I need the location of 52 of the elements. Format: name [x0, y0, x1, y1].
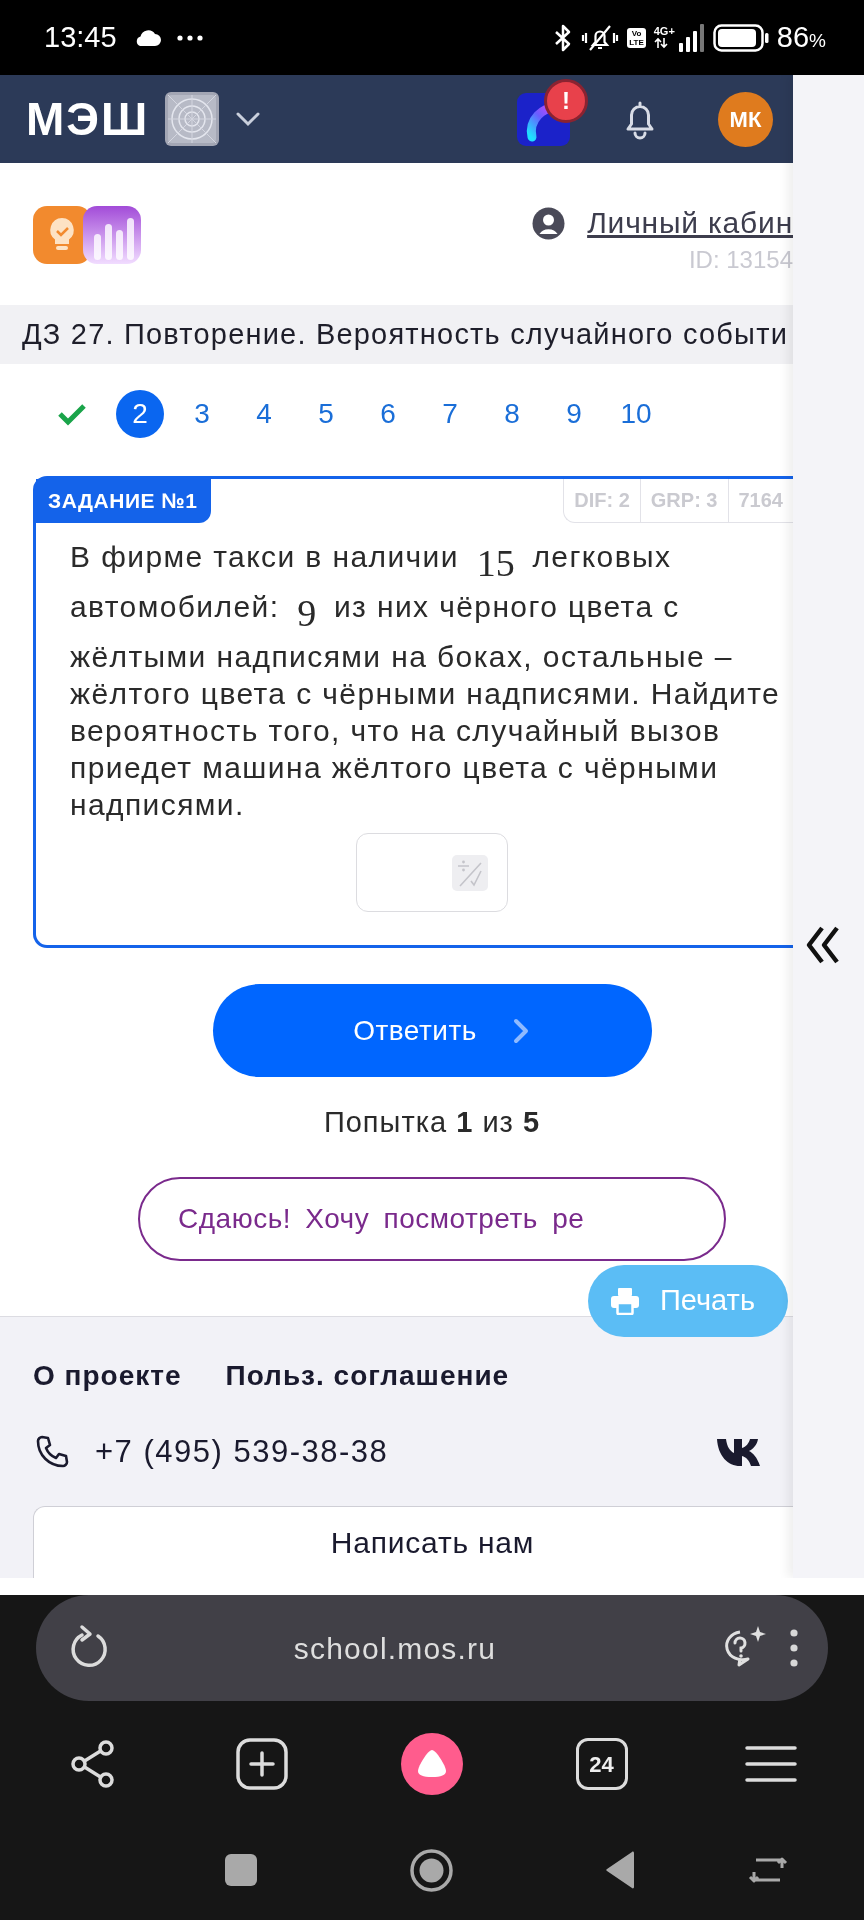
menu-icon[interactable]: [745, 1744, 798, 1784]
more-icon[interactable]: [790, 1629, 798, 1667]
task-number-button[interactable]: 8: [487, 390, 537, 438]
answer-field[interactable]: [356, 833, 508, 912]
page-title: ДЗ 27. Повторение. Вероятность случайного событи: [0, 305, 793, 364]
task-number-button[interactable]: 4: [239, 390, 289, 438]
task-number-button[interactable]: 2: [116, 390, 164, 438]
task-number-button[interactable]: 10: [611, 390, 661, 438]
recent-apps-icon[interactable]: [225, 1854, 257, 1886]
chevron-down-icon[interactable]: [235, 111, 262, 127]
address-bar[interactable]: school.mos.ru: [36, 1595, 828, 1701]
volte-indicator: Vo LTE: [627, 27, 646, 48]
share-icon[interactable]: [69, 1739, 116, 1789]
profile-link[interactable]: Личный кабин: [587, 205, 793, 241]
logo[interactable]: МЭШ: [26, 96, 150, 142]
back-icon[interactable]: [605, 1851, 636, 1889]
footer-link[interactable]: Польз. соглашение: [225, 1358, 510, 1394]
network-type: 4G+: [653, 26, 675, 37]
home-icon[interactable]: [410, 1848, 453, 1892]
chevron-right-icon: [512, 1017, 529, 1044]
task-number-button[interactable]: 9: [549, 390, 599, 438]
assistant-icon[interactable]: [401, 1733, 463, 1795]
double-chevron-left-icon[interactable]: [805, 925, 841, 965]
swap-icon[interactable]: [748, 1856, 788, 1884]
problem-text: В фирме такси в наличии 15 легковых автомобилей: 9 из них чёрного цвета с жёлтыми надписями на боках, остальные – жёлтого цвета с чёрными надписями. Найдите вероятность того, что на случайный вызов приедет машина жёлтого цвета с чёрными надписями.: [69, 539, 782, 823]
attempts-text: Попытка 1 из 5: [322, 1105, 542, 1139]
user-avatar[interactable]: МК: [718, 91, 773, 147]
battery-percent: 86%: [776, 23, 826, 52]
phone-number[interactable]: +7 (495) 539-38-38: [95, 1432, 389, 1472]
task-number-button[interactable]: 5: [301, 390, 351, 438]
vk-icon[interactable]: [717, 1438, 763, 1466]
url-text: school.mos.ru: [292, 1630, 498, 1667]
give-up-button[interactable]: Сдаюсь! Хочу посмотреть ре: [138, 1177, 726, 1261]
printer-icon: [610, 1287, 640, 1315]
clock-time: 13:45: [44, 23, 117, 52]
task-label: ЗАДАНИЕ №1: [36, 479, 212, 523]
battery-icon: [712, 23, 769, 52]
task-number-button[interactable]: 7: [425, 390, 475, 438]
more-notifications-icon: [176, 34, 203, 41]
contact-button[interactable]: Написать нам: [33, 1506, 793, 1578]
task-number-button[interactable]: 6: [363, 390, 413, 438]
submit-button[interactable]: Ответить: [212, 984, 652, 1077]
task-number-button[interactable]: 3: [177, 390, 227, 438]
image-placeholder-icon[interactable]: [165, 92, 220, 146]
data-arrows-icon: [653, 37, 668, 49]
new-tab-icon[interactable]: [236, 1738, 289, 1790]
signal-icon: [678, 23, 705, 52]
tab-count-button[interactable]: 24: [575, 1738, 628, 1790]
user-circle-icon: [532, 206, 566, 240]
alert-badge: !: [544, 78, 588, 123]
chart-app-icon[interactable]: [83, 206, 141, 264]
footer-link[interactable]: О проекте: [33, 1358, 182, 1394]
